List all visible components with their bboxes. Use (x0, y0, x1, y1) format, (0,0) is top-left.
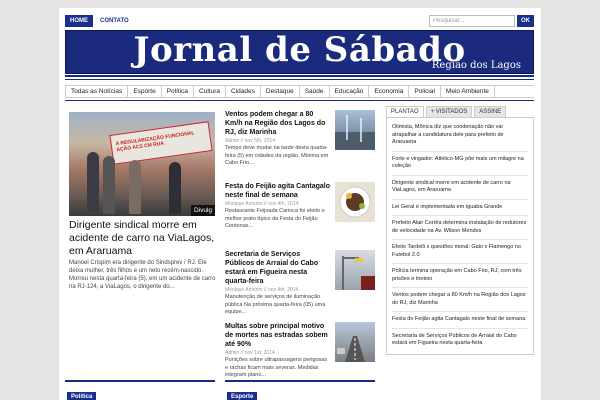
person-figure (169, 162, 181, 214)
sidebar-news-list: Olimista, Mônica diz que condenação não … (386, 117, 534, 355)
sidebar-news-item[interactable]: Efeito Tardelli x questões moral: Galo x… (392, 240, 528, 264)
nav-divider (65, 100, 534, 101)
feature-excerpt: Manoel Crispim era dirigente do Sindspre… (69, 260, 216, 290)
site-subtitle: Região dos Lagos (431, 60, 521, 71)
sidebar-news-item[interactable]: Olimista, Mônica diz que condenação não … (392, 120, 528, 152)
weather-thumb-graphic (335, 115, 375, 150)
story-title[interactable]: Multas sobre principal motivo de mortes … (225, 322, 331, 349)
nav-item-cidades[interactable]: Cidades (226, 86, 261, 97)
person-figure (87, 152, 99, 212)
protest-banner-graphic: A REGULARIZAÇÃO FUNCIONAL AÇÃO ACS CM RUA (109, 121, 213, 165)
image-credit: Divulg (190, 205, 215, 216)
search-input[interactable] (429, 15, 515, 27)
story-thumbnail[interactable] (335, 110, 375, 150)
nav-item-economia[interactable]: Economia (369, 86, 410, 97)
section-politica: Política (65, 380, 215, 400)
section-label-politica[interactable]: Política (67, 392, 97, 400)
topnav-home-link[interactable]: HOME (65, 15, 93, 27)
story-list: Ventos podem chegar a 80 Km/h na Região … (225, 110, 375, 392)
search-ok-button[interactable]: OK (517, 15, 534, 27)
story-item: Festa do Feijão agita Cantagalo neste fi… (225, 182, 375, 244)
story-thumbnail[interactable] (335, 322, 375, 362)
nav-item-educacao[interactable]: Educação (330, 86, 370, 97)
nav-item-saude[interactable]: Saúde (300, 86, 330, 97)
road-thumb-graphic (337, 336, 365, 362)
story-meta: Admin // nov 5th, 2014 (225, 138, 276, 144)
nav-item-policial[interactable]: Policial (409, 86, 441, 97)
person-figure (129, 160, 141, 214)
topnav-contato-link[interactable]: CONTATO (95, 15, 134, 27)
banner-divider (65, 75, 534, 77)
top-nav: HOME CONTATO (65, 15, 134, 27)
sidebar-news-item[interactable]: Forte e vingador: Atlético-MG põe mais u… (392, 152, 528, 176)
story-excerpt: Restaurante Feijoada Carioca foi eleito … (225, 208, 325, 229)
story-thumbnail[interactable] (335, 182, 375, 222)
sidebar-news-item[interactable]: Dirigente sindical morre em acidente de … (392, 176, 528, 200)
feature-title[interactable]: Dirigente sindical morre em acidente de … (69, 219, 217, 258)
sidebar-news-item[interactable]: Ventos podem chegar a 80 Km/h na Região … (392, 288, 528, 312)
banner-divider-thin (65, 79, 534, 80)
sidebar-news-item[interactable]: Polícia termina operação em Cabo Frio, R… (392, 264, 528, 288)
sidebar-news-item[interactable]: Festa do Feijão agita Cantagalo neste fi… (392, 312, 528, 329)
page-container: HOME CONTATO OK Jornal de Sábado Região … (59, 8, 541, 400)
nav-item-politica[interactable]: Política (162, 86, 195, 97)
story-meta: Monique Amorim // nov 4th, 2014 (225, 201, 299, 207)
story-title[interactable]: Ventos podem chegar a 80 Km/h na Região … (225, 110, 331, 137)
story-item: Ventos podem chegar a 80 Km/h na Região … (225, 110, 375, 176)
section-esporte: Esporte (225, 380, 375, 400)
street-light-thumb-graphic (342, 256, 375, 290)
site-banner[interactable]: Jornal de Sábado Região dos Lagos (65, 30, 534, 74)
main-nav: Todas as Notícias Esporte Política Cultu… (65, 85, 534, 98)
story-excerpt: Tempo deve mudar na tarde desta quarta-f… (225, 145, 329, 166)
person-figure (103, 156, 115, 214)
story-excerpt: Punições sobre ultrapassagens perigosas … (225, 357, 328, 378)
story-thumbnail[interactable] (335, 250, 375, 290)
nav-item-destaque[interactable]: Destaque (261, 86, 300, 97)
story-meta: Admin // nov 1st, 2014 (225, 350, 275, 356)
feature-image[interactable]: A REGULARIZAÇÃO FUNCIONAL AÇÃO ACS CM RUA… (69, 112, 215, 216)
story-title[interactable]: Secretaria de Serviços Públicos de Arrai… (225, 250, 331, 286)
nav-item-todas[interactable]: Todas as Notícias (65, 86, 129, 97)
story-meta: Monique Amorim // nov 4th, 2014 (225, 287, 299, 293)
sidebar-news-item[interactable]: Prefeito Alair Corrêa determina instalaç… (392, 216, 528, 240)
story-title[interactable]: Festa do Feijão agita Cantagalo neste fi… (225, 182, 331, 200)
story-item: Secretaria de Serviços Públicos de Arrai… (225, 250, 375, 316)
story-item: Multas sobre principal motivo de mortes … (225, 322, 375, 386)
sidebar-news-item[interactable]: Lei Geral é implementada em Iguaba Grand… (392, 200, 528, 216)
nav-item-cultura[interactable]: Cultura (194, 86, 227, 97)
nav-item-meio-ambiente[interactable]: Meio Ambiente (441, 86, 495, 97)
food-thumb-graphic (339, 186, 371, 218)
sidebar-news-item[interactable]: Secretaria de Serviços Públicos de Arrai… (392, 329, 528, 352)
nav-item-esporte[interactable]: Esporte (128, 86, 162, 97)
story-excerpt: Manutenção de serviços de iluminação púb… (225, 294, 326, 315)
section-label-esporte[interactable]: Esporte (227, 392, 258, 400)
